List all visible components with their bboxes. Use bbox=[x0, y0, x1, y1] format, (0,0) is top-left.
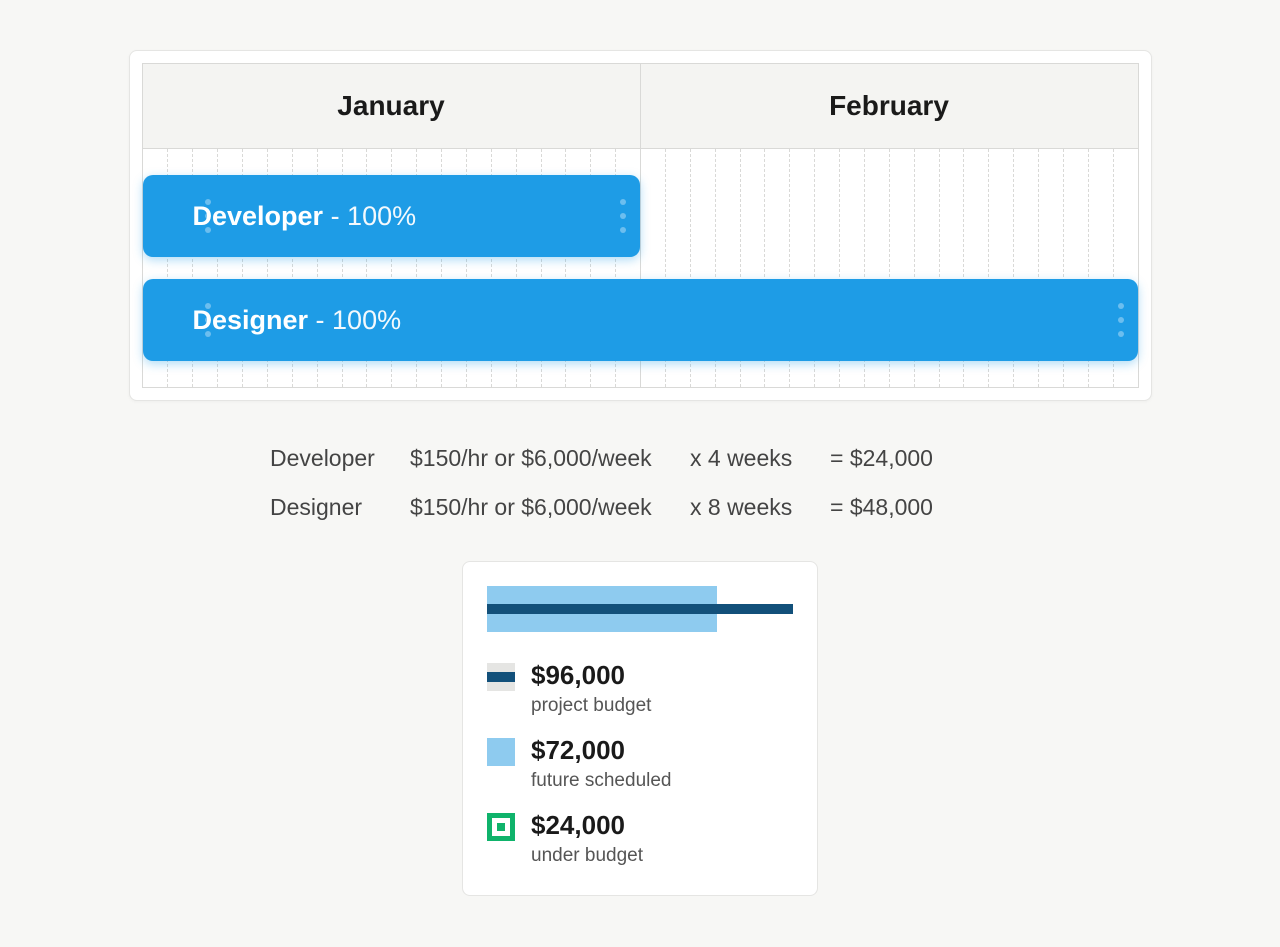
drag-handle-right-icon[interactable] bbox=[616, 175, 640, 257]
cost-rate: $150/hr or $6,000/week bbox=[410, 445, 690, 472]
cost-role: Designer bbox=[270, 494, 410, 521]
budget-row-under: $24,000 under budget bbox=[487, 810, 793, 867]
gantt-bar-label: Developer - 100% bbox=[193, 201, 417, 232]
budget-bar-project bbox=[487, 604, 793, 614]
project-budget-amount: $96,000 bbox=[531, 660, 651, 691]
under-budget-label: under budget bbox=[531, 845, 643, 867]
swatch-future-scheduled-icon bbox=[487, 738, 515, 766]
month-column-february: February bbox=[641, 64, 1138, 148]
budget-row-scheduled: $72,000 future scheduled bbox=[487, 735, 793, 792]
budget-card: $96,000 project budget $72,000 future sc… bbox=[462, 561, 818, 896]
gantt-bar-designer[interactable]: Designer - 100% bbox=[143, 279, 1138, 361]
month-column-january: January bbox=[143, 64, 641, 148]
budget-row-project: $96,000 project budget bbox=[487, 660, 793, 717]
swatch-under-budget-icon bbox=[487, 813, 515, 841]
under-budget-amount: $24,000 bbox=[531, 810, 643, 841]
future-scheduled-label: future scheduled bbox=[531, 770, 672, 792]
drag-handle-right-icon[interactable] bbox=[1114, 279, 1138, 361]
budget-bar bbox=[487, 586, 793, 632]
swatch-project-budget-icon bbox=[487, 663, 515, 691]
month-header: January February bbox=[142, 63, 1139, 148]
cost-total: = $48,000 bbox=[830, 494, 970, 521]
schedule-grid: Developer - 100% Designer - 100% bbox=[142, 148, 1139, 388]
cost-rate: $150/hr or $6,000/week bbox=[410, 494, 690, 521]
cost-duration: x 4 weeks bbox=[690, 445, 830, 472]
drag-handle-left-icon[interactable] bbox=[193, 279, 217, 361]
project-budget-label: project budget bbox=[531, 695, 651, 717]
gantt-bar-developer[interactable]: Developer - 100% bbox=[143, 175, 641, 257]
future-scheduled-amount: $72,000 bbox=[531, 735, 672, 766]
cost-breakdown: Developer$150/hr or $6,000/weekx 4 weeks… bbox=[270, 445, 1010, 521]
schedule-card: January February Developer - 100% Designe… bbox=[129, 50, 1152, 401]
cost-role: Developer bbox=[270, 445, 410, 472]
cost-total: = $24,000 bbox=[830, 445, 970, 472]
drag-handle-left-icon[interactable] bbox=[193, 175, 217, 257]
cost-duration: x 8 weeks bbox=[690, 494, 830, 521]
gantt-bar-label: Designer - 100% bbox=[193, 305, 402, 336]
